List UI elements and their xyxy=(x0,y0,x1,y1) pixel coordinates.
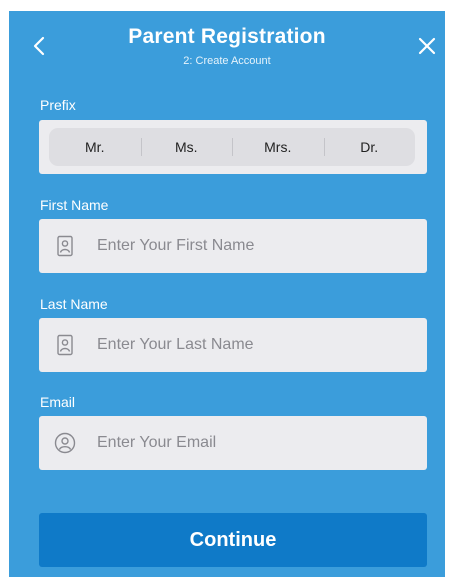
first-name-input[interactable]: Enter Your First Name xyxy=(97,237,254,255)
id-card-icon xyxy=(57,334,73,356)
last-name-input[interactable]: Enter Your Last Name xyxy=(97,336,254,354)
close-button[interactable] xyxy=(416,35,438,57)
email-input[interactable]: Enter Your Email xyxy=(97,434,216,452)
last-name-label: Last Name xyxy=(40,296,108,312)
close-icon xyxy=(418,37,436,55)
header: Parent Registration 2: Create Account xyxy=(9,11,445,81)
user-circle-icon xyxy=(54,432,76,454)
prefix-option-dr[interactable]: Dr. xyxy=(323,128,416,166)
page-subtitle: 2: Create Account xyxy=(183,55,271,67)
page-title: Parent Registration xyxy=(128,25,326,48)
first-name-field[interactable]: Enter Your First Name xyxy=(39,219,427,273)
id-card-icon xyxy=(57,235,73,257)
prefix-option-mrs[interactable]: Mrs. xyxy=(232,128,324,166)
continue-button[interactable]: Continue xyxy=(39,513,427,567)
email-field[interactable]: Enter Your Email xyxy=(39,416,427,470)
prefix-label: Prefix xyxy=(40,97,76,113)
prefix-option-mr[interactable]: Mr. xyxy=(49,128,141,166)
last-name-field[interactable]: Enter Your Last Name xyxy=(39,318,427,372)
prefix-option-ms[interactable]: Ms. xyxy=(140,128,233,166)
prefix-panel: Mr. Ms. Mrs. Dr. xyxy=(39,120,427,174)
first-name-label: First Name xyxy=(40,197,109,213)
email-label: Email xyxy=(40,394,76,410)
prefix-segmented-control: Mr. Ms. Mrs. Dr. xyxy=(49,128,415,166)
registration-screen: Parent Registration 2: Create Account Pr… xyxy=(9,11,445,577)
